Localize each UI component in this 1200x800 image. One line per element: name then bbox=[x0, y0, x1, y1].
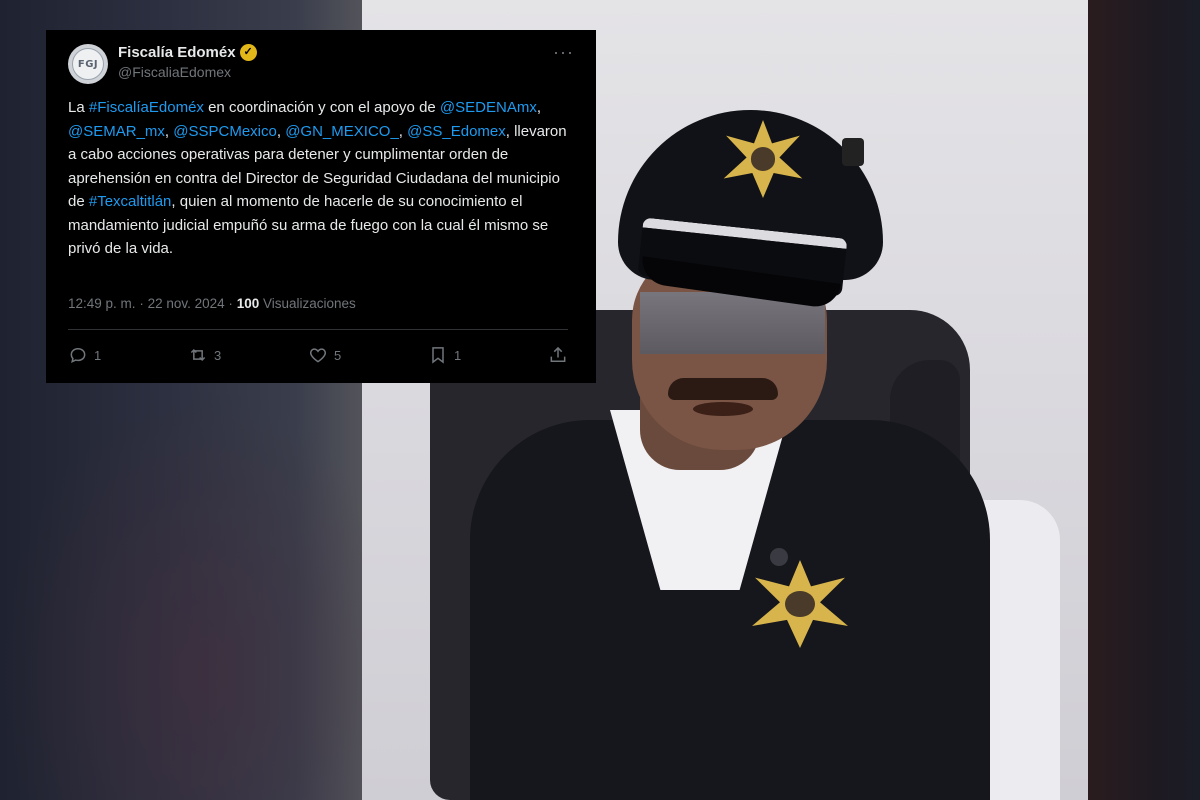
tweet-text-segment: en coordinación y con el apoyo de bbox=[203, 99, 440, 116]
reply-button[interactable]: 1 bbox=[68, 345, 101, 365]
repost-button[interactable]: 3 bbox=[188, 345, 221, 365]
divider bbox=[68, 329, 568, 330]
avatar-logo-text: FGJ bbox=[77, 58, 99, 70]
tweet-date[interactable]: 22 nov. 2024 bbox=[148, 296, 225, 311]
views-label: Visualizaciones bbox=[262, 296, 356, 311]
author-row: Fiscalía Edoméx ✓ bbox=[118, 44, 257, 61]
fgj-logo: FGJ bbox=[72, 48, 104, 80]
vest-button bbox=[770, 548, 788, 566]
bookmark-button[interactable]: 1 bbox=[428, 345, 461, 365]
share-icon bbox=[550, 346, 566, 362]
bookmark-count: 1 bbox=[454, 347, 462, 363]
more-dots-icon[interactable]: ··· bbox=[553, 43, 574, 61]
tweet-text: La #FiscalíaEdoméx en coordinación y con… bbox=[68, 96, 568, 261]
share-button[interactable] bbox=[548, 345, 568, 365]
mention-link[interactable]: @SEMAR_mx bbox=[68, 123, 165, 140]
heart-icon bbox=[309, 348, 327, 363]
avatar[interactable]: FGJ bbox=[68, 44, 108, 84]
tweet-actions: 1 3 5 1 bbox=[68, 342, 568, 368]
mention-link[interactable]: @SEDENAmx bbox=[440, 99, 537, 116]
author-name[interactable]: Fiscalía Edoméx bbox=[118, 44, 236, 61]
verified-badge-icon: ✓ bbox=[239, 44, 257, 61]
like-button[interactable]: 5 bbox=[308, 345, 341, 365]
like-count: 5 bbox=[334, 347, 342, 363]
tweet-text-segment: , bbox=[276, 122, 286, 140]
tweet-text-segment: La bbox=[68, 99, 89, 116]
officer-mouth bbox=[693, 402, 753, 416]
repost-icon bbox=[190, 348, 206, 362]
tweet-text-segment: , bbox=[398, 122, 408, 140]
meta-separator: · bbox=[228, 296, 233, 311]
tweet-header: FGJ Fiscalía Edoméx ✓ @FiscaliaEdomex ··… bbox=[68, 42, 574, 86]
author-handle[interactable]: @FiscaliaEdomex bbox=[118, 64, 231, 80]
cap-ornament bbox=[842, 138, 864, 166]
reply-count: 1 bbox=[94, 347, 102, 363]
hashtag-link[interactable]: #FiscalíaEdoméx bbox=[89, 99, 204, 116]
bookmark-icon bbox=[432, 347, 444, 364]
hashtag-link[interactable]: #Texcaltitlán bbox=[89, 193, 172, 210]
repost-count: 3 bbox=[214, 347, 222, 363]
tweet-text-segment: , bbox=[164, 122, 174, 140]
tweet-meta: 12:49 p. m. · 22 nov. 2024 · 100 Visuali… bbox=[68, 296, 356, 311]
tweet-text-segment: , bbox=[536, 99, 542, 116]
photo-right-blur bbox=[1088, 0, 1200, 800]
meta-separator: · bbox=[139, 296, 144, 311]
officer-mustache bbox=[668, 378, 778, 400]
tweet-card: FGJ Fiscalía Edoméx ✓ @FiscaliaEdomex ··… bbox=[46, 30, 596, 383]
reply-icon bbox=[70, 347, 86, 363]
mention-link[interactable]: @SSPCMexico bbox=[173, 123, 277, 140]
mention-link[interactable]: @SS_Edomex bbox=[407, 123, 506, 140]
mention-link[interactable]: @GN_MEXICO_ bbox=[285, 123, 399, 140]
tweet-time[interactable]: 12:49 p. m. bbox=[68, 296, 136, 311]
views-count: 100 bbox=[236, 296, 260, 311]
